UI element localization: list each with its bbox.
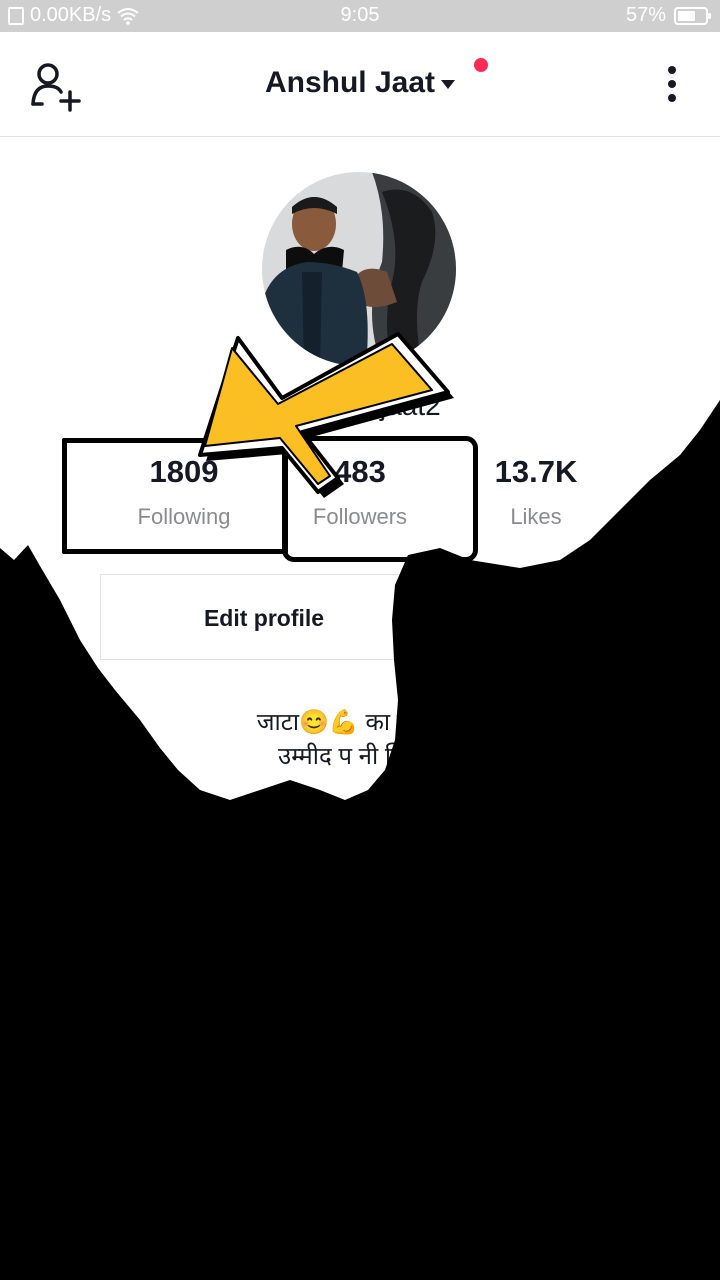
screen: 0.00KB/s 9:05 57% Anshul Jaat 1809 Follo…: [0, 0, 720, 1280]
pointer-arrow: [198, 332, 454, 498]
